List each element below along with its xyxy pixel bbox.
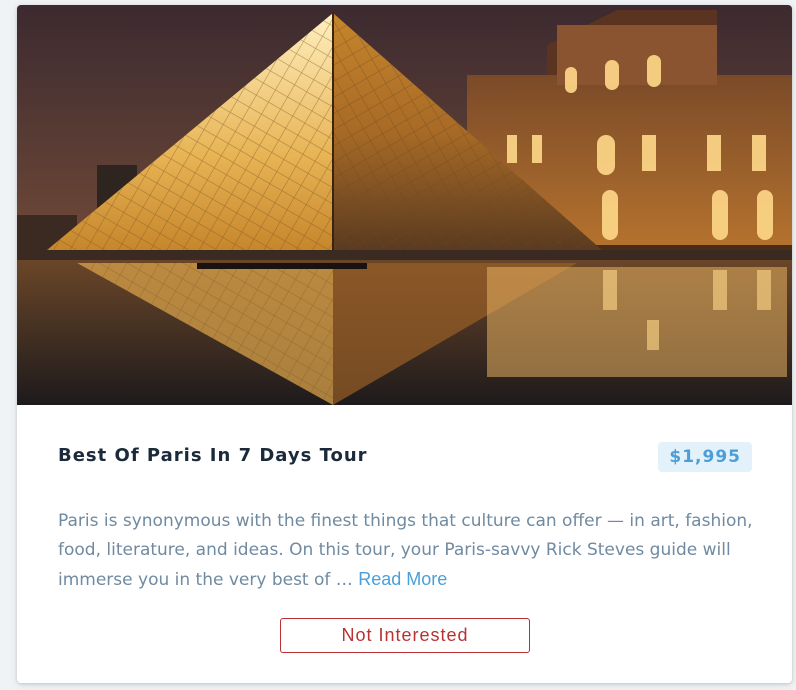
read-more-link[interactable]: Read More <box>358 569 447 589</box>
not-interested-button[interactable]: Not Interested <box>280 618 530 653</box>
tour-photo-louvre-pyramid <box>17 5 792 405</box>
tour-description: Paris is synonymous with the finest thin… <box>58 507 758 595</box>
tour-card: Best Of Paris In 7 Days Tour $1,995 Pari… <box>17 5 792 683</box>
tour-title: Best Of Paris In 7 Days Tour <box>58 445 368 466</box>
price-badge: $1,995 <box>658 442 752 472</box>
tour-card-body: Best Of Paris In 7 Days Tour $1,995 Pari… <box>17 405 792 683</box>
